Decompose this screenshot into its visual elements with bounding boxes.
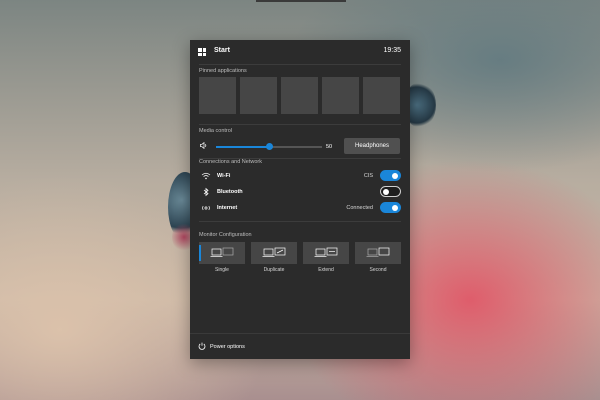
- power-options-button[interactable]: Power options: [210, 344, 245, 350]
- monitor-option-label: Duplicate: [263, 267, 285, 273]
- internet-row: Internet Connected: [199, 201, 401, 215]
- clock-time: 19:35: [383, 47, 401, 54]
- monitor-option-label: Single: [215, 267, 229, 273]
- start-panel: Start 19:35 Pinned applications Media co…: [190, 40, 410, 359]
- pinned-app-tile[interactable]: [240, 77, 277, 114]
- windows-logo-icon[interactable]: [198, 48, 206, 56]
- wifi-toggle[interactable]: [380, 170, 401, 181]
- speaker-icon[interactable]: [200, 142, 208, 149]
- pinned-app-tile[interactable]: [281, 77, 318, 114]
- panel-header: Start 19:35: [190, 40, 410, 64]
- pinned-app-tile[interactable]: [322, 77, 359, 114]
- monitor-option-label: Second: [369, 267, 387, 273]
- monitor-section-label: Monitor Configuration: [199, 232, 252, 238]
- pinned-app-tile[interactable]: [199, 77, 236, 114]
- wifi-status: CIS: [363, 173, 373, 179]
- volume-slider-thumb[interactable]: [265, 143, 273, 150]
- divider: [199, 124, 401, 125]
- divider: [199, 64, 401, 65]
- media-section-label: Media control: [199, 128, 233, 134]
- volume-slider-fill: [216, 146, 269, 148]
- internet-icon: [202, 205, 210, 211]
- divider: [199, 221, 401, 222]
- internet-label: Internet: [217, 205, 238, 211]
- divider: [190, 333, 410, 334]
- monitor-option-second[interactable]: [355, 242, 401, 264]
- bluetooth-row: Bluetooth: [199, 185, 401, 199]
- headphones-button[interactable]: Headphones: [344, 138, 400, 154]
- monitor-option-single[interactable]: [199, 242, 245, 264]
- duplicate-display-icon: [262, 247, 286, 257]
- panel-title: Start: [214, 47, 230, 54]
- single-display-icon: [210, 247, 234, 257]
- monitor-option-duplicate[interactable]: [251, 242, 297, 264]
- pinned-section-label: Pinned applications: [199, 68, 247, 74]
- bluetooth-icon: [203, 187, 209, 197]
- power-icon[interactable]: [198, 342, 206, 350]
- monitor-option-label: Extend: [318, 267, 334, 273]
- wifi-row: Wi-Fi CIS: [199, 169, 401, 183]
- bluetooth-label: Bluetooth: [217, 189, 243, 195]
- network-section-label: Connections and Network: [199, 159, 262, 165]
- top-edge-bar: [256, 0, 346, 2]
- bluetooth-toggle[interactable]: [380, 186, 401, 197]
- pinned-app-tile[interactable]: [363, 77, 400, 114]
- monitor-option-extend[interactable]: [303, 242, 349, 264]
- extend-display-icon: [314, 247, 338, 257]
- volume-value: 50: [326, 144, 333, 150]
- wifi-icon: [201, 172, 211, 180]
- internet-toggle[interactable]: [380, 202, 401, 213]
- internet-status: Connected: [346, 205, 373, 211]
- second-display-icon: [366, 247, 390, 257]
- wifi-label: Wi-Fi: [217, 173, 231, 179]
